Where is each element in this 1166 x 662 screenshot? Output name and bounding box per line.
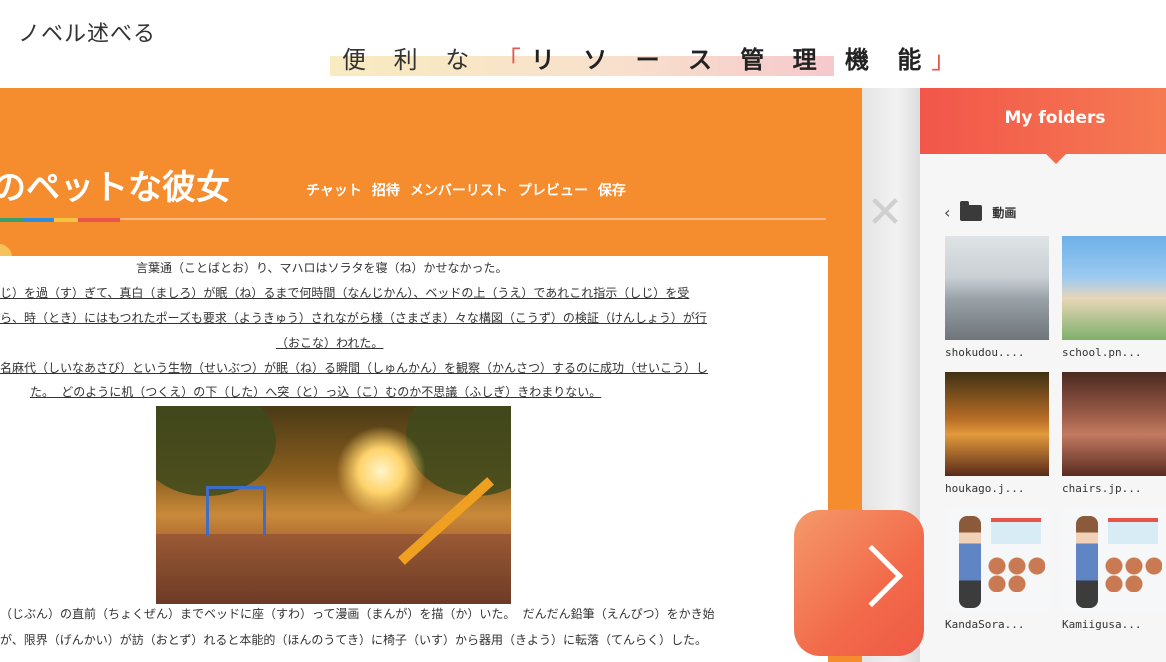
story-title: のペットな彼女 [0,168,230,208]
file-name: shokudou.... [945,346,1025,359]
current-folder-label: 動画 [992,206,1017,220]
character-figure [959,516,981,608]
file-name: KandaSora... [945,618,1025,631]
next-button[interactable] [794,510,924,656]
story-line: が、限界（げんかい）が訪（おとず）れると本能的（ほんのうてき）に椅子（いす）から… [0,633,708,647]
headline-open-bracket: 「 [496,46,531,74]
nav-invite[interactable]: 招待 [372,180,400,200]
file-tile[interactable]: school.pn... [1062,236,1166,359]
story-line: （おこな）われた。 [276,336,384,350]
nav-member-list[interactable]: メンバーリスト [410,180,508,200]
nav-preview[interactable]: プレビュー [518,180,588,200]
file-name: Kamiigusa... [1062,618,1142,631]
story-line: じ）を過（す）ぎて、真白（ましろ）が眠（ね）るまで何時間（なんじかん）、ベッドの… [0,286,690,300]
file-tile[interactable]: KandaSora... [945,508,1049,631]
file-thumbnail [945,236,1049,340]
file-name: chairs.jp... [1062,482,1142,495]
folders-title: My folders [1004,108,1106,128]
folder-icon [960,200,983,221]
file-thumbnail [1062,508,1166,612]
chevron-right-icon [840,544,904,608]
file-tile[interactable]: houkago.j... [945,372,1049,495]
story-page[interactable]: 言葉通（ことばとお）り、マハロはソラタを寝（ね）かせなかった。 じ）を過（す）ぎ… [0,256,828,662]
headline-main: リ ソ ー ス 管 理 機 能 [530,46,932,74]
editor-window: のペットな彼女 チャット 招待 メンバーリスト プレビュー 保存 言葉通（ことば… [0,88,862,662]
character-faces [987,556,1045,592]
scene-sun [336,426,426,516]
editor-nav: チャット 招待 メンバーリスト プレビュー 保存 [306,180,626,200]
file-thumbnail [1062,236,1166,340]
character-note [1108,518,1158,544]
story-line: （じぶん）の直前（ちょくぜん）までベッドに座（すわ）って漫画（まんが）を描（か）… [0,607,715,621]
file-tile[interactable]: chairs.jp... [1062,372,1166,495]
file-thumbnail [945,508,1049,612]
story-line: 言葉通（ことばとお）り、マハロはソラタを寝（ね）かせなかった。 [136,261,508,275]
character-faces [1104,556,1162,592]
title-divider [0,218,826,220]
scene-tree [156,406,276,496]
file-thumbnail [945,372,1049,476]
feature-headline: 便 利 な 「リ ソ ー ス 管 理 機 能」 [330,40,955,76]
close-icon[interactable]: ✕ [862,190,908,236]
character-note [991,518,1041,544]
story-line: 名麻代（しいなあさび）という生物（せいぶつ）が眠（ね）る瞬間（しゅんかん）を観察… [0,361,709,375]
story-line: た。 どのように机（つくえ）の下（した）へ突（と）っ込（こ）むのか不思議（ふしぎ… [30,385,602,399]
file-name: houkago.j... [945,482,1025,495]
headline-text: 便 利 な 「リ ソ ー ス 管 理 機 能」 [342,40,965,75]
chevron-left-icon[interactable]: ‹ [944,203,950,222]
title-divider-accent [0,218,120,222]
story-line: ら、時（とき）にはもつれたポーズも要求（ようきゅう）されながら様（さまざま）々な… [0,311,707,325]
file-name: school.pn... [1062,346,1142,359]
nav-chat[interactable]: チャット [306,180,362,200]
character-figure [1076,516,1098,608]
folder-breadcrumb: ‹ 動画 [944,200,1017,222]
file-thumbnail [1062,372,1166,476]
scene-ground [156,534,511,604]
nav-save[interactable]: 保存 [598,180,626,200]
file-tile[interactable]: Kamiigusa... [1062,508,1166,631]
scene-swing [206,486,266,536]
story-image[interactable] [156,406,511,604]
file-tile[interactable]: shokudou.... [945,236,1049,359]
headline-close-bracket: 」 [931,46,966,74]
brand-logo-text: ノベル述べる [18,22,157,47]
folders-panel: My folders ‹ 動画 shokudou.... school.pn..… [920,88,1166,662]
folders-header-notch [1044,152,1068,164]
headline-prefix: 便 利 な [342,46,497,74]
brand-logo: ノベル述べる [18,14,156,50]
